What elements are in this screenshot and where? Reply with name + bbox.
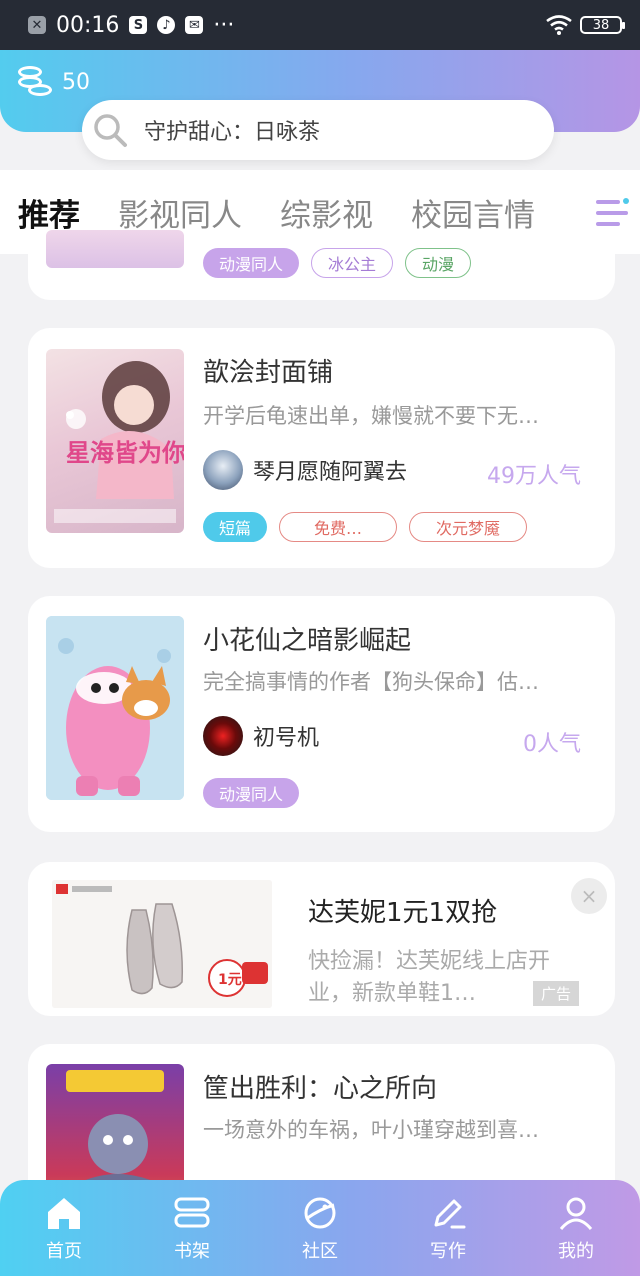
tag[interactable]: 冰公主	[311, 248, 394, 278]
ad-badge: 广告	[532, 981, 579, 1006]
book-description: 一场意外的车祸，叶小瑾穿越到喜…	[203, 1118, 539, 1142]
ad-description: 快捡漏！达芙妮线上店开业，新款单鞋1…	[308, 949, 551, 1006]
nav-bookshelf[interactable]: 书架	[128, 1180, 256, 1276]
cover-illustration	[46, 616, 184, 800]
book-tags: 动漫同人	[203, 778, 300, 808]
book-card[interactable]: 小花仙之暗影崛起 完全搞事情的作者【狗头保命】估… 初号机 0人气 动漫同人	[28, 596, 615, 832]
shoe-ad-illustration: 1元	[52, 880, 272, 1008]
nav-home[interactable]: 首页	[0, 1180, 128, 1276]
nav-profile[interactable]: 我的	[512, 1180, 640, 1276]
book-author[interactable]: 琴月愿随阿翼去	[203, 450, 407, 490]
wifi-icon	[546, 15, 572, 35]
user-icon	[559, 1197, 593, 1230]
message-icon: ✉	[185, 16, 204, 34]
book-title[interactable]: 小花仙之暗影崛起	[203, 620, 411, 657]
bottom-navigation: 首页 书架 社区 写作 我的	[0, 1180, 640, 1276]
book-card[interactable]: 动漫同人 冰公主 动漫	[28, 230, 615, 300]
book-author[interactable]: 初号机	[203, 716, 319, 756]
svg-text:1元: 1元	[218, 972, 242, 988]
svg-text:星海皆为你: 星海皆为你	[66, 439, 184, 467]
book-cover: 星海皆为你	[46, 349, 184, 533]
bookshelf-icon	[174, 1197, 210, 1228]
nav-label: 书架	[174, 1241, 210, 1262]
tag[interactable]: 动漫同人	[203, 248, 300, 278]
search-placeholder: 守护甜心：日咏茶	[144, 120, 321, 145]
status-bar: ✕ 00:16 S ♪ ✉ ··· 38	[0, 0, 640, 50]
status-time: 00:16	[56, 12, 120, 38]
avatar	[203, 716, 243, 756]
popularity-count: 49万人气	[487, 464, 581, 489]
nav-write[interactable]: 写作	[384, 1180, 512, 1276]
tab-variety[interactable]: 综影视	[280, 190, 373, 235]
tag[interactable]: 短篇	[203, 512, 268, 542]
tag[interactable]: 免费…	[279, 512, 398, 542]
book-cover	[46, 230, 184, 268]
author-name: 初号机	[253, 726, 320, 751]
avatar	[203, 450, 243, 490]
book-description: 开学后龟速出单，嫌慢就不要下无…	[203, 404, 539, 428]
category-menu-button[interactable]	[588, 190, 640, 236]
book-title[interactable]: 筐出胜利：心之所向	[203, 1068, 437, 1105]
author-name: 琴月愿随阿翼去	[253, 460, 408, 485]
book-description: 完全搞事情的作者【狗头保命】估…	[203, 670, 539, 694]
tag[interactable]: 动漫	[405, 248, 472, 278]
nav-label: 首页	[46, 1241, 82, 1262]
book-tags: 动漫同人 冰公主 动漫	[203, 248, 472, 278]
tab-recommend[interactable]: 推荐	[18, 190, 80, 235]
search-bar[interactable]: 守护甜心：日咏茶	[82, 100, 554, 160]
bell-icon: ♪	[157, 16, 176, 34]
notification-x-icon: ✕	[28, 16, 46, 34]
book-tags: 短篇 免费… 次元梦魇	[203, 512, 528, 542]
tab-campus-romance[interactable]: 校园言情	[411, 190, 535, 235]
tag[interactable]: 次元梦魇	[409, 512, 528, 542]
ad-title[interactable]: 达芙妮1元1双抢	[308, 892, 497, 929]
book-card[interactable]: 星海皆为你 歆浍封面铺 开学后龟速出单，嫌慢就不要下无… 琴月愿随阿翼去 49万…	[28, 328, 615, 568]
book-title[interactable]: 歆浍封面铺	[203, 352, 333, 389]
more-notifications: ···	[213, 12, 235, 38]
ad-image: 1元	[52, 880, 272, 1008]
popularity-count: 0人气	[523, 732, 581, 757]
ad-card[interactable]: 1元 达芙妮1元1双抢 快捡漏！达芙妮线上店开业，新款单鞋1… × 广告	[28, 862, 615, 1016]
battery-indicator: 38	[580, 16, 625, 34]
tag[interactable]: 动漫同人	[203, 778, 300, 808]
ad-close-button[interactable]: ×	[571, 878, 607, 914]
nav-label: 我的	[558, 1241, 594, 1262]
category-menu-icon	[596, 198, 629, 226]
pen-icon	[434, 1199, 466, 1229]
coins-icon	[16, 64, 54, 100]
search-icon	[94, 114, 127, 147]
nav-community[interactable]: 社区	[256, 1180, 384, 1276]
book-cover	[46, 616, 184, 800]
nav-label: 社区	[302, 1241, 338, 1262]
tab-film-fanfic[interactable]: 影视同人	[118, 190, 242, 235]
nav-label: 写作	[430, 1241, 466, 1262]
planet-icon	[304, 1197, 336, 1229]
app-notification-icon: S	[129, 16, 148, 34]
coin-balance[interactable]: 50	[16, 64, 90, 100]
home-icon	[48, 1198, 80, 1229]
coin-count: 50	[62, 69, 90, 95]
cover-illustration: 星海皆为你	[54, 361, 184, 523]
